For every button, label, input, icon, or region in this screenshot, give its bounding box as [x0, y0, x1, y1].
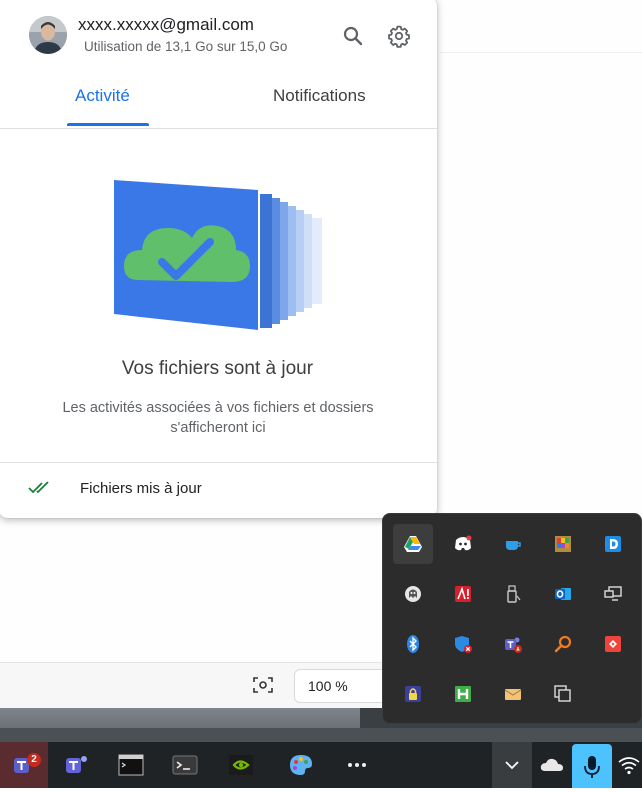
onedrive-icon[interactable] — [532, 742, 572, 788]
teams-notification-icon[interactable] — [493, 624, 533, 664]
anydesk-icon[interactable] — [593, 624, 633, 664]
tab-activity[interactable]: Activité — [75, 86, 130, 106]
taskbar: 2 — [0, 742, 642, 788]
google-drive-icon[interactable] — [393, 524, 433, 564]
desktop-wallpaper-strip — [0, 728, 642, 742]
bluetooth-icon[interactable] — [393, 624, 433, 664]
h-app-icon[interactable] — [443, 674, 483, 714]
tray-overflow-flyout — [382, 513, 642, 724]
sync-status: Fichiers mis à jour — [80, 480, 202, 497]
empty-state-title: Vos fichiers sont à jour — [121, 358, 314, 379]
tab-bar: Activité Notifications — [0, 74, 437, 129]
storage-usage: Utilisation de 13,1 Go sur 15,0 Go — [84, 39, 288, 54]
copy-windows-icon[interactable] — [543, 674, 583, 714]
mail-icon[interactable] — [493, 674, 533, 714]
double-check-icon — [28, 481, 49, 494]
search-icon[interactable] — [341, 24, 365, 48]
coffee-cup-icon[interactable] — [493, 524, 533, 564]
microphone-icon — [584, 756, 600, 778]
wifi-icon[interactable] — [612, 742, 642, 788]
active-tab-indicator — [67, 123, 149, 126]
outlook-icon[interactable] — [543, 574, 583, 614]
more-icon[interactable] — [332, 742, 380, 788]
divider — [440, 52, 642, 53]
empty-state-description: Les activités associées à vos fichiers e… — [62, 400, 374, 436]
chevron-up-icon[interactable] — [492, 742, 532, 788]
red-alert-app-icon[interactable] — [443, 574, 483, 614]
teams-classic-icon[interactable]: 2 — [0, 742, 48, 788]
orange-search-icon[interactable] — [543, 624, 583, 664]
divider — [0, 462, 437, 463]
teams-new-icon[interactable] — [52, 742, 100, 788]
color-palette-app-icon[interactable] — [543, 524, 583, 564]
files-up-to-date-illustration — [114, 180, 322, 330]
tab-notifications[interactable]: Notifications — [273, 86, 366, 106]
usb-drive-icon[interactable] — [493, 574, 533, 614]
avatar[interactable] — [29, 16, 67, 54]
drive-popup: xxxx.xxxxx@gmail.com Utilisation de 13,1… — [0, 0, 437, 518]
zoom-select[interactable]: 100 % — [294, 669, 390, 703]
d-app-icon[interactable] — [593, 524, 633, 564]
account-email: xxxx.xxxxx@gmail.com — [78, 15, 254, 34]
gear-icon[interactable] — [387, 24, 411, 48]
discord-icon[interactable] — [443, 524, 483, 564]
ghost-app-icon[interactable] — [393, 574, 433, 614]
screenshot-icon[interactable] — [252, 676, 274, 694]
zoom-value: 100 % — [308, 678, 348, 694]
terminal-dark-icon[interactable] — [160, 742, 208, 788]
desktop-wallpaper — [0, 708, 360, 730]
remote-desktop-icon[interactable] — [593, 574, 633, 614]
nvidia-icon[interactable] — [216, 742, 264, 788]
terminal-icon[interactable] — [106, 742, 154, 788]
paint-icon[interactable] — [276, 742, 324, 788]
microphone-button[interactable] — [572, 744, 612, 788]
vpn-lock-icon[interactable] — [393, 674, 433, 714]
defender-warning-icon[interactable] — [443, 624, 483, 664]
notification-badge: 2 — [27, 753, 41, 767]
